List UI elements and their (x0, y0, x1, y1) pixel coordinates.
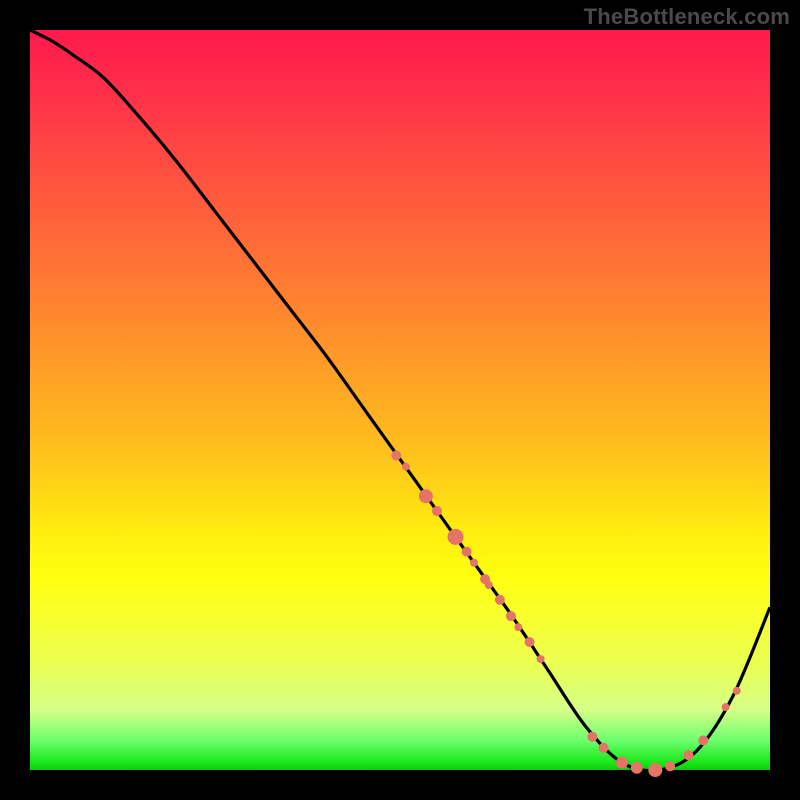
data-point (514, 623, 522, 631)
curve-svg (30, 30, 770, 770)
data-point (698, 735, 708, 745)
data-point (402, 463, 410, 471)
data-point (419, 489, 433, 503)
data-point (616, 757, 628, 769)
chart-outer: TheBottleneck.com (0, 0, 800, 800)
data-point (525, 637, 535, 647)
plot-area (30, 30, 770, 770)
data-point (470, 559, 478, 567)
bottleneck-curve (30, 30, 770, 771)
data-point (684, 750, 694, 760)
data-point (587, 732, 597, 742)
data-point (506, 611, 516, 621)
data-point (631, 762, 643, 774)
data-point (485, 581, 493, 589)
data-point (733, 687, 741, 695)
data-point (648, 763, 662, 777)
watermark-text: TheBottleneck.com (584, 4, 790, 30)
data-point (432, 506, 442, 516)
data-points (391, 451, 740, 778)
data-point (391, 451, 401, 461)
data-point (599, 743, 609, 753)
data-point (722, 703, 730, 711)
data-point (462, 547, 472, 557)
data-point (448, 529, 464, 545)
data-point (665, 761, 675, 771)
data-point (495, 595, 505, 605)
data-point (537, 655, 545, 663)
